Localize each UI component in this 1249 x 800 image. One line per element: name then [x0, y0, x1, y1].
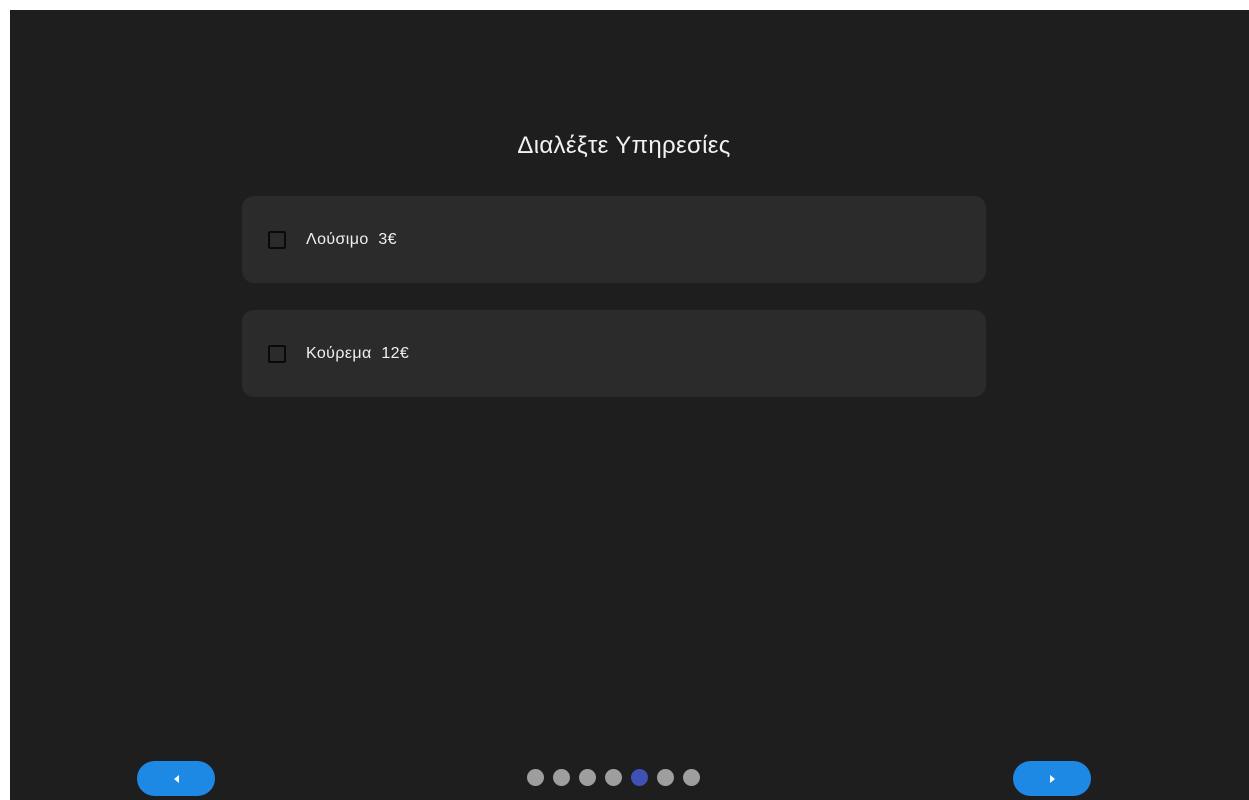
- app-screen: Διαλέξτε Υπηρεσίες Λούσιμο 3€ Κούρεμα 12…: [10, 10, 1249, 800]
- service-label: Κούρεμα 12€: [306, 344, 410, 362]
- step-dot[interactable]: [527, 769, 544, 786]
- service-label: Λούσιμο 3€: [306, 230, 397, 248]
- chevron-left-icon: [173, 774, 179, 783]
- service-list: Λούσιμο 3€ Κούρεμα 12€: [242, 196, 986, 424]
- step-dot[interactable]: [657, 769, 674, 786]
- step-dot[interactable]: [553, 769, 570, 786]
- service-item-washing[interactable]: Λούσιμο 3€: [242, 196, 986, 283]
- next-button[interactable]: [1013, 761, 1091, 796]
- previous-button[interactable]: [137, 761, 215, 796]
- service-checkbox-washing[interactable]: [268, 230, 286, 249]
- page-title: Διαλέξτε Υπηρεσίες: [517, 132, 731, 159]
- step-indicator: [527, 769, 700, 786]
- step-dot[interactable]: [579, 769, 596, 786]
- service-checkbox-haircut[interactable]: [268, 344, 286, 363]
- step-dot[interactable]: [605, 769, 622, 786]
- service-item-haircut[interactable]: Κούρεμα 12€: [242, 310, 986, 397]
- step-dot-active[interactable]: [631, 769, 648, 786]
- chevron-right-icon: [1049, 774, 1055, 783]
- step-dot[interactable]: [683, 769, 700, 786]
